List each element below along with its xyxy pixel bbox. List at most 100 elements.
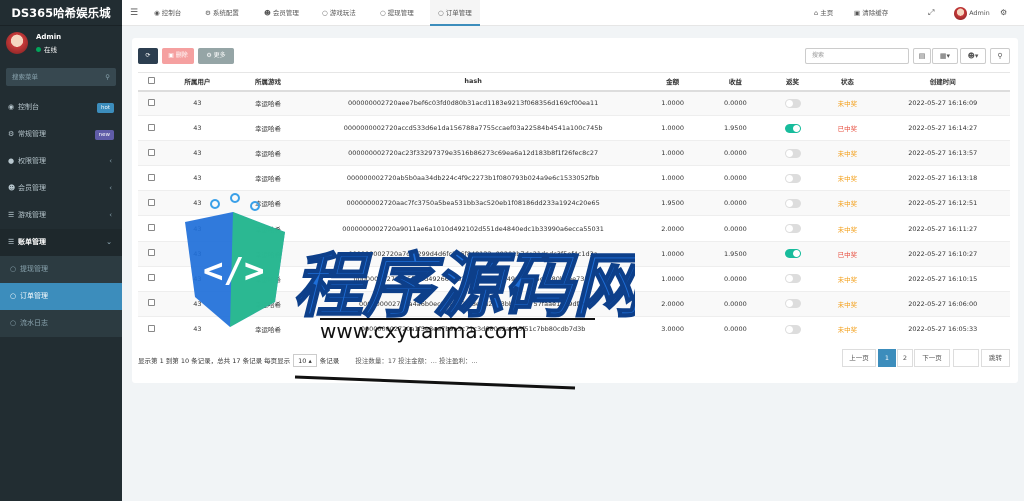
tab-withdraw[interactable]: ○ 提现管理 [380,0,414,26]
jump-button[interactable]: 跳转 [981,349,1010,367]
sidebar-subitem-orders[interactable]: ○ 订单管理 [0,283,122,310]
admin-menu[interactable]: Admin [954,0,990,26]
tab-system-config[interactable]: ⚙ 系统配置 [205,0,239,26]
checkbox[interactable] [147,198,155,206]
sidebar-item-bills[interactable]: ☰ 账单管理 ⌄ [0,229,122,256]
search-button[interactable]: ⚲ [990,48,1010,64]
header-amount[interactable]: 金额 [640,72,706,92]
cell-reward[interactable] [765,89,820,116]
reward-toggle[interactable] [784,198,801,208]
select-all-checkbox[interactable] [138,72,165,92]
row-checkbox[interactable] [138,265,165,292]
cell-reward[interactable] [765,190,820,216]
cell-reward[interactable] [765,165,820,191]
table-row[interactable]: 43 幸运哈希 0000000002720a9011ae6a1010d492102d… [138,215,1010,242]
fullscreen-icon[interactable]: ⤢ [928,0,934,26]
tab-dashboard[interactable]: ◉ 控制台 [154,0,181,26]
next-page-button[interactable]: 下一页 [914,349,950,367]
checkbox[interactable] [147,173,155,181]
refresh-button[interactable]: ⟳ [138,48,158,64]
sidebar-item-dashboard[interactable]: ◉ 控制台 hot [0,94,122,121]
table-row[interactable]: 43 幸运哈希 000000002720a5f7f2d49266d8b2b678dd… [138,265,1010,292]
header-game[interactable]: 所属游戏 [229,72,307,92]
header-profit[interactable]: 收益 [705,72,766,92]
checkbox[interactable] [147,98,155,106]
tab-orders[interactable]: ○ 订单管理 [430,0,480,26]
header-reward[interactable]: 返奖 [765,72,820,92]
checkbox[interactable] [147,76,155,84]
table-row[interactable]: 43 幸运哈希 0000000002720accd533d6e1da156788a7… [138,115,1010,141]
sidebar-search-input[interactable]: 搜索菜单 ⚲ [6,68,116,86]
reward-toggle[interactable] [784,274,801,284]
page-2-button[interactable]: 2 [897,349,913,367]
page-jump-input[interactable] [953,349,979,367]
home-link[interactable]: ⌂ 主页 [814,0,833,26]
settings-gear-icon[interactable]: ⚙ [1000,0,1007,26]
header-status[interactable]: 状态 [819,72,876,92]
clear-cache-button[interactable]: ▣ 清除缓存 [854,0,888,26]
checkbox[interactable] [147,249,155,257]
tab-game-play[interactable]: ○ 游戏玩法 [322,0,356,26]
reward-toggle[interactable] [784,224,801,234]
sidebar-subitem-flow-log[interactable]: ○ 流水日志 [0,310,122,337]
reward-toggle[interactable] [784,148,801,158]
tab-member-management[interactable]: ☻ 会员管理 [264,0,299,26]
cell-reward[interactable] [765,315,820,342]
table-row[interactable]: 43 幸运哈希 000000002720a7cac299d4d6fc296f8481… [138,240,1010,267]
cell-reward[interactable] [765,290,820,317]
table-row[interactable]: 43 幸运哈希 000000002720aac7fc3750a5bea531bb3a… [138,190,1010,216]
checkbox[interactable] [147,224,155,232]
columns-button[interactable]: ▦▾ [932,48,958,64]
reward-toggle[interactable] [784,98,801,108]
table-row[interactable]: 43 幸运哈希 000000002720a4a6b0ec23e4b2f08e4d2b… [138,290,1010,317]
reward-toggle[interactable] [784,173,801,183]
delete-button[interactable]: ▣ 删除 [162,48,194,64]
cell-game: 幸运哈希 [229,215,307,242]
page-size-select[interactable]: 10 ▴ [293,354,317,367]
sidebar-item-permission[interactable]: ● 权限管理 ‹ [0,148,122,175]
table-body: 43 幸运哈希 000000002720aee7bef6c03fd0d80b31ac… [138,89,1010,342]
row-checkbox[interactable] [138,290,165,317]
toggle-view-button[interactable]: ▤ [913,48,931,64]
search-icon[interactable]: ⚲ [105,68,110,86]
header-created-time[interactable]: 创建时间 [875,72,1010,92]
prev-page-button[interactable]: 上一页 [842,349,876,367]
row-checkbox[interactable] [138,190,165,216]
checkbox[interactable] [147,123,155,131]
cell-reward[interactable] [765,240,820,267]
table-row[interactable]: 43 幸运哈希 000000002720ac23f33297379e3516b862… [138,140,1010,166]
table-row[interactable]: 43 幸运哈希 000000002720a1f5e8ea7b9a3c71c3d680… [138,315,1010,342]
reward-toggle[interactable] [784,249,801,259]
menu-toggle-icon[interactable]: ☰ [130,0,138,26]
page-1-button[interactable]: 1 [878,349,896,367]
checkbox[interactable] [147,324,155,332]
table-row[interactable]: 43 幸运哈希 000000002720aee7bef6c03fd0d80b31ac… [138,89,1010,116]
cell-reward[interactable] [765,115,820,141]
reward-toggle[interactable] [784,324,801,334]
cell-reward[interactable] [765,265,820,292]
row-checkbox[interactable] [138,215,165,242]
checkbox[interactable] [147,148,155,156]
sidebar-item-members[interactable]: ☻ 会员管理 ‹ [0,175,122,202]
row-checkbox[interactable] [138,115,165,141]
reward-toggle[interactable] [784,123,801,133]
sidebar-subitem-withdraw[interactable]: ○ 提现管理 [0,256,122,283]
row-checkbox[interactable] [138,315,165,342]
header-hash[interactable]: hash [306,72,641,92]
table-search-input[interactable]: 搜索 [805,48,909,64]
row-checkbox[interactable] [138,89,165,116]
more-button[interactable]: ⚙ 更多 [198,48,234,64]
header-user[interactable]: 所属用户 [164,72,230,92]
checkbox[interactable] [147,274,155,282]
table-row[interactable]: 43 幸运哈希 000000002720ab5b0aa34db224c4f9c227… [138,165,1010,191]
sidebar-item-general[interactable]: ⚙ 常规管理 new [0,121,122,148]
row-checkbox[interactable] [138,165,165,191]
row-checkbox[interactable] [138,240,165,267]
checkbox[interactable] [147,299,155,307]
reward-toggle[interactable] [784,299,801,309]
cell-reward[interactable] [765,140,820,166]
cell-reward[interactable] [765,215,820,242]
row-checkbox[interactable] [138,140,165,166]
export-button[interactable]: ☻▾ [960,48,986,64]
sidebar-item-games[interactable]: ☰ 游戏管理 ‹ [0,202,122,229]
